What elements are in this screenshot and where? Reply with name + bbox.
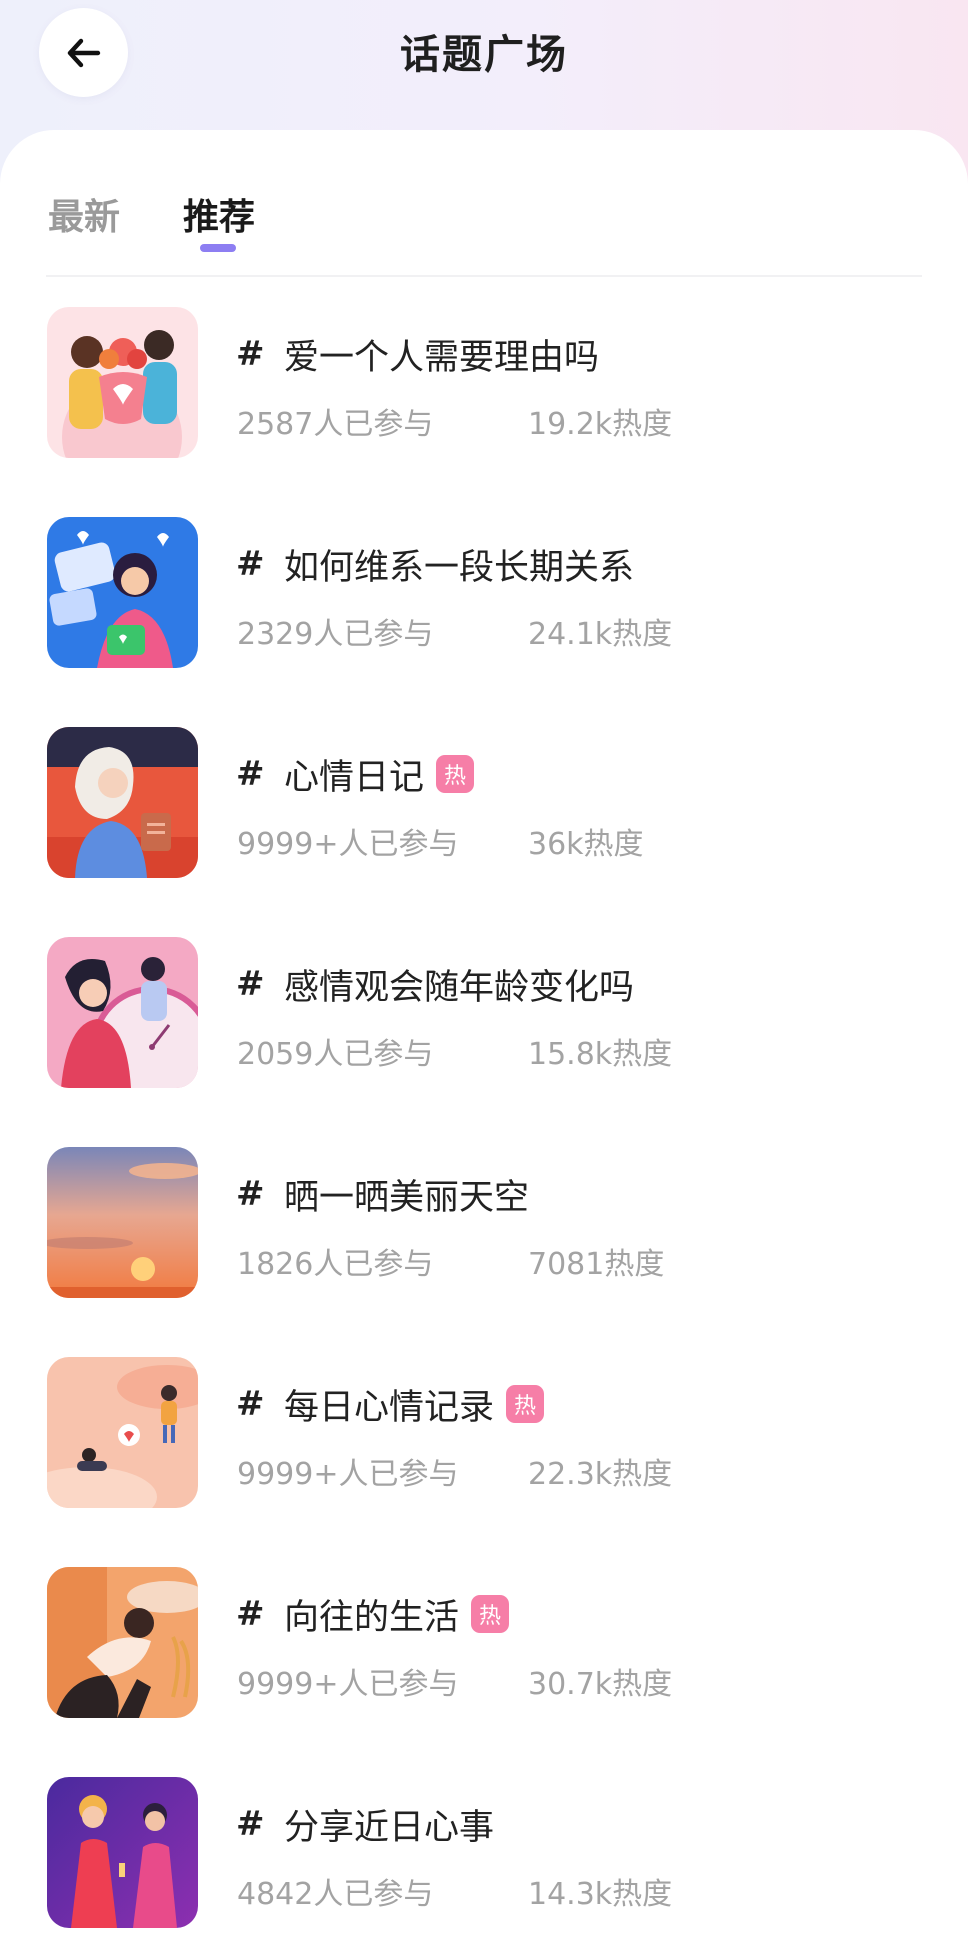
- topic-title: # 晒一晒美丽天空: [236, 1169, 529, 1219]
- hashtag-icon: #: [236, 334, 265, 374]
- participant-count: 9999+人已参与: [237, 827, 459, 862]
- topic-title: # 心情日记 热: [236, 749, 475, 799]
- topic-thumbnail: [47, 517, 198, 668]
- heat-count: 30.7k热度: [528, 1667, 673, 1702]
- topic-thumbnail: [47, 727, 198, 878]
- topic-title-text: 每日心情记录: [284, 1387, 495, 1428]
- heat-count: 19.2k热度: [528, 407, 673, 442]
- topic-item[interactable]: # 感情观会随年龄变化吗 2059人已参与 15.8k热度: [0, 937, 968, 1089]
- topic-item[interactable]: # 心情日记 热 9999+人已参与 36k热度: [0, 727, 968, 879]
- participant-count: 2587人已参与: [237, 407, 434, 442]
- participant-count: 1826人已参与: [237, 1247, 434, 1282]
- topic-thumbnail: [47, 1777, 198, 1928]
- tab-recommend[interactable]: 推荐: [183, 188, 255, 240]
- heat-count: 14.3k热度: [528, 1877, 673, 1912]
- topic-item[interactable]: # 向往的生活 热 9999+人已参与 30.7k热度: [0, 1567, 968, 1719]
- topic-thumbnail: [47, 1357, 198, 1508]
- hashtag-icon: #: [236, 964, 265, 1004]
- topic-thumbnail: [47, 1147, 198, 1298]
- top-bar: 话题广场: [0, 0, 968, 130]
- topic-item[interactable]: # 晒一晒美丽天空 1826人已参与 7081热度: [0, 1147, 968, 1299]
- hashtag-icon: #: [236, 544, 265, 584]
- topic-title: # 爱一个人需要理由吗: [236, 329, 599, 379]
- hashtag-icon: #: [236, 754, 265, 794]
- heat-count: 15.8k热度: [528, 1037, 673, 1072]
- topic-title-text: 如何维系一段长期关系: [284, 547, 635, 588]
- heat-count: 24.1k热度: [528, 617, 673, 652]
- topic-title-text: 晒一晒美丽天空: [284, 1177, 530, 1218]
- topic-title-text: 分享近日心事: [284, 1807, 495, 1848]
- topic-title: # 每日心情记录 热: [236, 1379, 545, 1429]
- topic-title: # 向往的生活 热: [236, 1589, 510, 1639]
- topic-title-text: 感情观会随年龄变化吗: [284, 967, 635, 1008]
- participant-count: 9999+人已参与: [237, 1457, 459, 1492]
- topic-thumbnail: [47, 937, 198, 1088]
- heat-count: 22.3k热度: [528, 1457, 673, 1492]
- topic-title-text: 心情日记: [284, 757, 425, 798]
- topic-item[interactable]: # 如何维系一段长期关系 2329人已参与 24.1k热度: [0, 517, 968, 669]
- topic-item[interactable]: # 爱一个人需要理由吗 2587人已参与 19.2k热度: [0, 307, 968, 459]
- participant-count: 9999+人已参与: [237, 1667, 459, 1702]
- hashtag-icon: #: [236, 1174, 265, 1214]
- divider: [46, 275, 922, 277]
- topic-title: # 分享近日心事: [236, 1799, 494, 1849]
- topic-title-text: 向往的生活: [284, 1597, 460, 1638]
- page-title: 话题广场: [400, 32, 568, 78]
- topic-item[interactable]: # 每日心情记录 热 9999+人已参与 22.3k热度: [0, 1357, 968, 1509]
- tab-latest[interactable]: 最新: [48, 188, 120, 240]
- topic-thumbnail: [47, 1567, 198, 1718]
- hot-badge: 热: [471, 1595, 510, 1633]
- heat-count: 7081热度: [528, 1247, 665, 1282]
- topic-title: # 感情观会随年龄变化吗: [236, 959, 634, 1009]
- participant-count: 2329人已参与: [237, 617, 434, 652]
- topic-title-text: 爱一个人需要理由吗: [284, 337, 600, 378]
- hot-badge: 热: [436, 755, 475, 793]
- participant-count: 2059人已参与: [237, 1037, 434, 1072]
- hashtag-icon: #: [236, 1384, 265, 1424]
- hashtag-icon: #: [236, 1804, 265, 1844]
- active-tab-indicator: [200, 244, 236, 252]
- hot-badge: 热: [506, 1385, 545, 1423]
- topic-item[interactable]: # 分享近日心事 4842人已参与 14.3k热度: [0, 1777, 968, 1929]
- topic-title: # 如何维系一段长期关系: [236, 539, 634, 589]
- topic-thumbnail: [47, 307, 198, 458]
- heat-count: 36k热度: [528, 827, 644, 862]
- participant-count: 4842人已参与: [237, 1877, 434, 1912]
- hashtag-icon: #: [236, 1594, 265, 1634]
